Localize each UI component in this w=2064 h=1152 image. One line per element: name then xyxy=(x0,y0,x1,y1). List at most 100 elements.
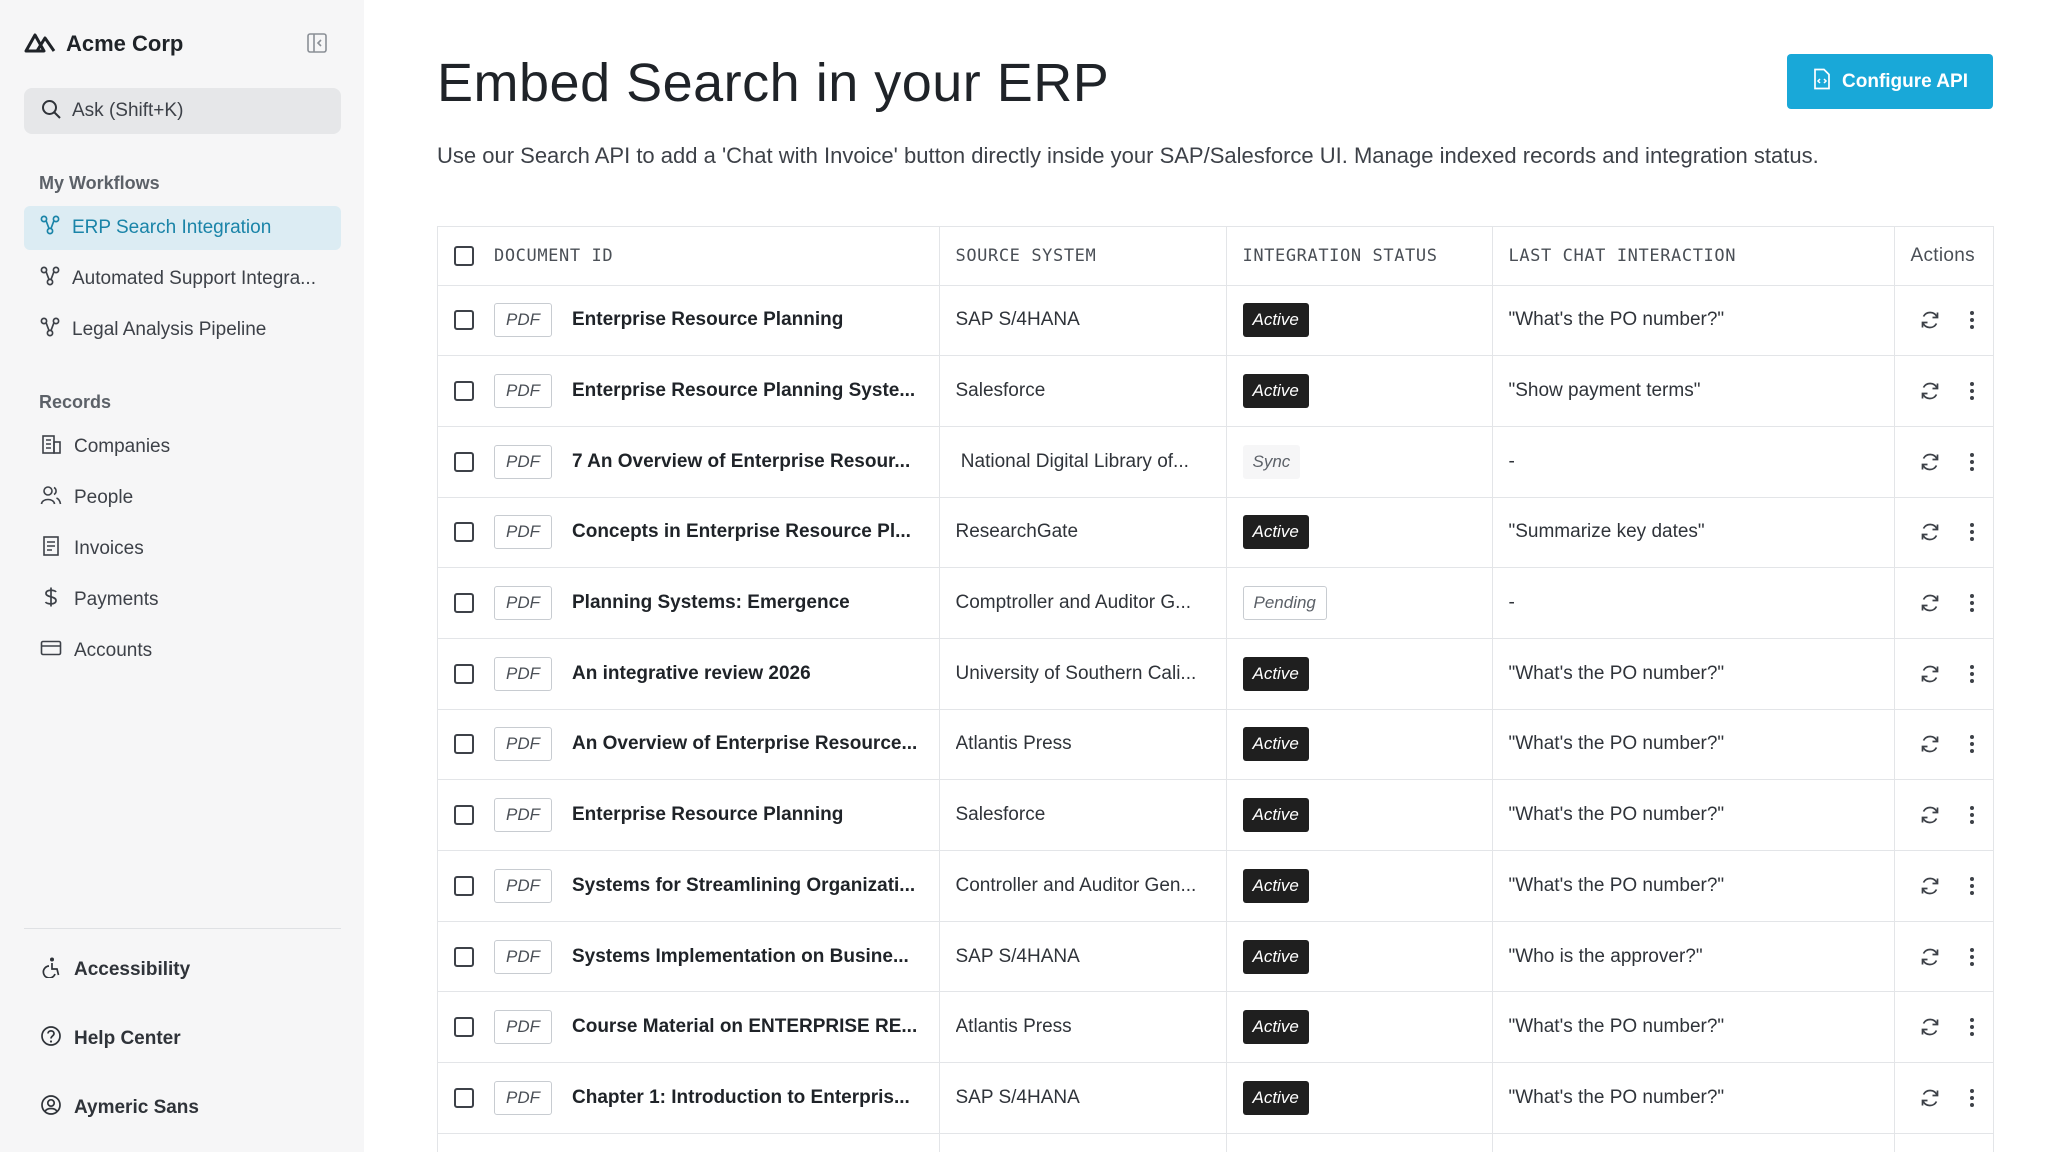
row-checkbox[interactable] xyxy=(454,1087,474,1108)
refresh-icon[interactable] xyxy=(1919,590,1941,616)
more-options-icon[interactable] xyxy=(1965,449,1980,475)
refresh-icon[interactable] xyxy=(1919,449,1941,475)
workflows-section-label: My Workflows xyxy=(39,173,160,193)
document-cell: PDF Planning Systems: Emergence xyxy=(438,567,940,639)
refresh-icon[interactable] xyxy=(1919,802,1941,828)
refresh-icon[interactable] xyxy=(1919,519,1941,545)
actions-cell xyxy=(1894,1133,1993,1152)
accessibility-link[interactable]: Accessibility xyxy=(40,956,190,984)
nav-item-accounts[interactable]: Accounts xyxy=(24,629,341,673)
document-title[interactable]: An Overview of Enterprise Resource... xyxy=(572,733,917,755)
help-center-link[interactable]: Help Center xyxy=(40,1025,181,1053)
user-profile[interactable]: Aymeric Sans xyxy=(40,1094,199,1122)
row-checkbox[interactable] xyxy=(454,522,474,543)
actions-cell xyxy=(1894,426,1993,498)
more-options-icon[interactable] xyxy=(1965,1085,1980,1111)
accessibility-icon xyxy=(40,956,62,984)
table-row[interactable]: PDF Enterprise Resource Planning SAP S/4HA… xyxy=(438,285,1993,357)
table-row[interactable]: PDF Enterprise Resource Planning Syste...… xyxy=(438,355,1993,427)
status-cell: Active xyxy=(1226,921,1493,993)
row-checkbox[interactable] xyxy=(454,310,474,331)
status-badge: Active xyxy=(1242,656,1309,691)
collapse-sidebar-icon[interactable] xyxy=(304,30,330,56)
row-checkbox[interactable] xyxy=(454,451,474,472)
nav-item-automated-support[interactable]: Automated Support Integra... xyxy=(24,257,341,301)
table-row[interactable]: PDF Course Material on ENTERPRISE RE... At… xyxy=(438,991,1993,1064)
nav-item-erp-search-integration[interactable]: ERP Search Integration xyxy=(24,206,341,250)
row-checkbox[interactable] xyxy=(454,663,474,684)
more-options-icon[interactable] xyxy=(1965,944,1980,970)
document-title[interactable]: Enterprise Resource Planning xyxy=(572,309,843,331)
document-title[interactable]: Enterprise Resource Planning xyxy=(572,804,843,826)
table-row[interactable]: PDF 7 An Overview of Enterprise Resour...… xyxy=(438,426,1993,498)
column-header-integration-status[interactable]: INTEGRATION STATUS xyxy=(1226,227,1493,286)
nav-item-invoices[interactable]: Invoices xyxy=(24,527,341,571)
nav-item-people[interactable]: People xyxy=(24,476,341,520)
document-title[interactable]: Course Material on ENTERPRISE RE... xyxy=(572,1016,917,1038)
refresh-icon[interactable] xyxy=(1919,944,1941,970)
column-header-document-id[interactable]: DOCUMENT ID xyxy=(438,227,940,286)
row-checkbox[interactable] xyxy=(454,805,474,826)
ask-search-box[interactable]: Ask (Shift+K) xyxy=(24,88,341,134)
table-row[interactable]: PDF Enterprise Resource Planning Salesforc… xyxy=(438,779,1993,851)
last-chat-cell: "What's the PO number?" xyxy=(1492,709,1895,781)
status-badge: Active xyxy=(1242,939,1309,974)
source-system-cell: ResearchGate xyxy=(939,497,1227,569)
refresh-icon[interactable] xyxy=(1919,378,1941,404)
more-options-icon[interactable] xyxy=(1965,519,1980,545)
table-row[interactable]: PDF Concepts in Enterprise Resource Pl...… xyxy=(438,497,1993,569)
more-options-icon[interactable] xyxy=(1965,873,1980,899)
refresh-icon[interactable] xyxy=(1919,873,1941,899)
row-checkbox[interactable] xyxy=(454,593,474,614)
brand[interactable]: Acme Corp xyxy=(24,28,183,60)
refresh-icon[interactable] xyxy=(1919,1014,1941,1040)
more-options-icon[interactable] xyxy=(1965,802,1980,828)
more-options-icon[interactable] xyxy=(1965,731,1980,757)
document-title[interactable]: Enterprise Resource Planning Syste... xyxy=(572,380,915,402)
table-row[interactable]: PDF Systems for Streamlining Organizati..… xyxy=(438,850,1993,922)
document-title[interactable]: Planning Systems: Emergence xyxy=(572,592,850,614)
search-icon xyxy=(40,98,62,125)
table-row[interactable]: PDF An Overview of Enterprise Resource...… xyxy=(438,709,1993,781)
document-title[interactable]: Concepts in Enterprise Resource Pl... xyxy=(572,521,911,543)
row-checkbox[interactable] xyxy=(454,875,474,896)
refresh-icon[interactable] xyxy=(1919,731,1941,757)
file-type-badge: PDF xyxy=(494,1010,552,1045)
document-title[interactable]: An integrative review 2026 xyxy=(572,663,811,685)
table-row[interactable]: PDF Active xyxy=(438,1133,1993,1152)
nav-item-companies[interactable]: Companies xyxy=(24,425,341,469)
refresh-icon[interactable] xyxy=(1919,307,1941,333)
refresh-icon[interactable] xyxy=(1919,661,1941,687)
table-row[interactable]: PDF Chapter 1: Introduction to Enterpris.… xyxy=(438,1062,1993,1134)
more-options-icon[interactable] xyxy=(1965,378,1980,404)
row-checkbox[interactable] xyxy=(454,946,474,967)
more-options-icon[interactable] xyxy=(1965,590,1980,616)
document-title[interactable]: Systems for Streamlining Organizati... xyxy=(572,875,915,897)
status-badge: Pending xyxy=(1242,586,1327,621)
document-title[interactable]: Systems Implementation on Busine... xyxy=(572,946,909,968)
nav-item-legal-analysis[interactable]: Legal Analysis Pipeline xyxy=(24,308,341,352)
status-cell: Pending xyxy=(1226,567,1493,639)
last-chat-text: "Summarize key dates" xyxy=(1508,521,1705,543)
refresh-icon[interactable] xyxy=(1919,1085,1941,1111)
select-all-checkbox[interactable] xyxy=(454,245,474,266)
last-chat-text: "What's the PO number?" xyxy=(1508,1016,1725,1038)
more-options-icon[interactable] xyxy=(1965,307,1980,333)
column-header-last-chat[interactable]: LAST CHAT INTERACTION xyxy=(1492,227,1895,286)
row-checkbox[interactable] xyxy=(454,734,474,755)
table-row[interactable]: PDF An integrative review 2026 University … xyxy=(438,638,1993,710)
column-header-source-system[interactable]: SOURCE SYSTEM xyxy=(939,227,1227,286)
more-options-icon[interactable] xyxy=(1965,661,1980,687)
source-system: Salesforce xyxy=(955,804,1046,826)
row-checkbox[interactable] xyxy=(454,1017,474,1038)
row-checkbox[interactable] xyxy=(454,381,474,402)
document-title[interactable]: Chapter 1: Introduction to Enterpris... xyxy=(572,1087,910,1109)
document-title[interactable]: 7 An Overview of Enterprise Resour... xyxy=(572,451,910,473)
more-options-icon[interactable] xyxy=(1965,1014,1980,1040)
nav-item-payments[interactable]: Payments xyxy=(24,578,341,622)
table-row[interactable]: PDF Systems Implementation on Busine... SA… xyxy=(438,921,1993,993)
table-row[interactable]: PDF Planning Systems: Emergence Comptrolle… xyxy=(438,567,1993,639)
building-icon xyxy=(40,433,62,461)
status-cell: Sync xyxy=(1226,426,1493,498)
configure-api-button[interactable]: Configure API xyxy=(1787,54,1993,109)
